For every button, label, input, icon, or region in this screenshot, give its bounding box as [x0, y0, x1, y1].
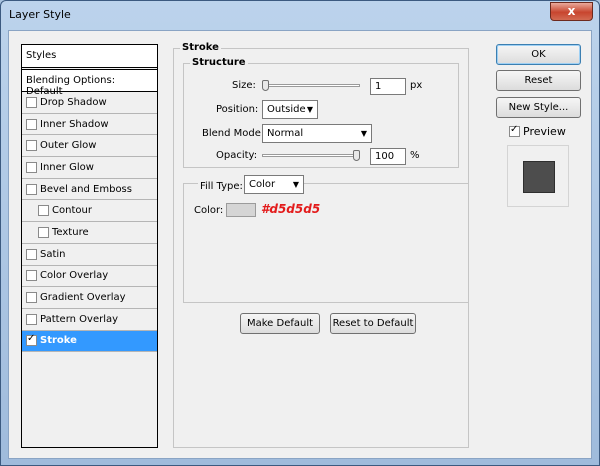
fill-type-label: Fill Type: — [198, 181, 245, 192]
style-item-bevel-and-emboss[interactable]: Bevel and Emboss — [22, 178, 157, 201]
size-slider-thumb[interactable] — [262, 80, 269, 91]
style-checkbox[interactable] — [26, 270, 37, 282]
style-item-contour[interactable]: Contour — [22, 200, 157, 223]
style-item-label: Texture — [52, 226, 89, 238]
style-item-label: Inner Shadow — [40, 118, 109, 130]
fill-type-select[interactable]: Color ▼ — [244, 175, 304, 194]
color-label: Color: — [194, 205, 224, 216]
style-checkbox[interactable] — [26, 161, 37, 173]
style-checkbox[interactable] — [26, 118, 37, 130]
opacity-unit: % — [410, 150, 420, 161]
style-item-label: Stroke — [40, 335, 77, 347]
style-item-stroke[interactable]: Stroke — [22, 330, 157, 353]
dialog-client: Styles Blending Options: Default Drop Sh… — [8, 30, 592, 459]
style-item-label: Color Overlay — [40, 270, 109, 282]
opacity-input[interactable]: 100 — [370, 148, 406, 165]
style-item-texture[interactable]: Texture — [22, 222, 157, 244]
new-style-button[interactable]: New Style... — [496, 97, 581, 118]
ok-button[interactable]: OK — [496, 44, 581, 65]
position-select[interactable]: Outside ▼ — [262, 100, 318, 119]
style-item-label: Contour — [52, 205, 92, 217]
stroke-panel: Stroke Structure Size: 1 px Position: Ou… — [173, 42, 469, 448]
style-item-label: Bevel and Emboss — [40, 183, 132, 195]
style-item-label: Satin — [40, 248, 66, 260]
style-checkbox[interactable] — [26, 248, 37, 260]
fill-group: Fill Type: Color ▼ Color: #d5d5d5 — [183, 175, 469, 303]
position-label: Position: — [216, 104, 259, 115]
size-label: Size: — [232, 80, 256, 91]
position-value: Outside — [267, 104, 306, 115]
style-checkbox[interactable] — [26, 96, 37, 108]
style-item-inner-glow[interactable]: Inner Glow — [22, 157, 157, 179]
chevron-down-icon: ▼ — [360, 129, 367, 138]
opacity-slider-track[interactable] — [262, 154, 360, 157]
layer-style-window: Layer Style x Styles Blending Options: D… — [0, 0, 600, 466]
color-swatch[interactable] — [226, 203, 256, 217]
style-item-label: Pattern Overlay — [40, 313, 119, 325]
style-checkbox[interactable] — [26, 292, 37, 304]
style-item-inner-shadow[interactable]: Inner Shadow — [22, 113, 157, 136]
close-button[interactable]: x — [550, 2, 593, 21]
preview-label: Preview — [523, 125, 566, 138]
preview-checkbox-row[interactable]: Preview — [509, 124, 566, 138]
reset-to-default-button[interactable]: Reset to Default — [330, 313, 416, 334]
style-checkbox[interactable] — [26, 183, 37, 195]
blend-mode-value: Normal — [267, 128, 304, 139]
size-unit: px — [410, 80, 423, 91]
opacity-slider-thumb[interactable] — [353, 150, 360, 161]
size-slider-track[interactable] — [262, 84, 360, 87]
style-item-gradient-overlay[interactable]: Gradient Overlay — [22, 287, 157, 309]
style-checkbox[interactable] — [26, 313, 37, 325]
style-item-color-overlay[interactable]: Color Overlay — [22, 265, 157, 288]
window-title: Layer Style — [9, 8, 71, 21]
structure-group: Structure Size: 1 px Position: Outside ▼… — [183, 57, 459, 168]
title-bar[interactable]: Layer Style x — [1, 1, 599, 29]
style-checkbox[interactable] — [38, 205, 49, 217]
style-checkbox[interactable] — [26, 333, 37, 347]
style-item-label: Drop Shadow — [40, 96, 107, 108]
blend-mode-label: Blend Mode: — [202, 128, 265, 139]
styles-header[interactable]: Styles — [22, 45, 157, 68]
chevron-down-icon: ▼ — [292, 180, 299, 189]
preview-thumbnail — [507, 145, 569, 207]
color-hex-annotation: #d5d5d5 — [261, 202, 321, 216]
make-default-button[interactable]: Make Default — [240, 313, 320, 334]
chevron-down-icon: ▼ — [306, 105, 313, 114]
fill-type-value: Color — [249, 179, 276, 190]
reset-button[interactable]: Reset — [496, 70, 581, 91]
styles-list: Styles Blending Options: Default Drop Sh… — [21, 44, 158, 448]
style-item-label: Inner Glow — [40, 161, 94, 173]
style-checkbox[interactable] — [38, 226, 49, 238]
style-item-pattern-overlay[interactable]: Pattern Overlay — [22, 308, 157, 331]
preview-checkbox[interactable] — [509, 124, 520, 137]
stroke-title: Stroke — [180, 42, 221, 53]
blending-options-item[interactable]: Blending Options: Default — [22, 69, 157, 97]
style-checkbox[interactable] — [26, 140, 37, 152]
style-item-label: Gradient Overlay — [40, 292, 126, 304]
blend-mode-select[interactable]: Normal ▼ — [262, 124, 372, 143]
size-input[interactable]: 1 — [370, 78, 406, 95]
style-item-label: Outer Glow — [40, 140, 97, 152]
style-item-satin[interactable]: Satin — [22, 243, 157, 266]
opacity-label: Opacity: — [216, 150, 258, 161]
structure-title: Structure — [190, 57, 248, 68]
style-items: Drop Shadow Inner Shadow Outer Glow Inner G… — [22, 92, 157, 353]
preview-swatch — [523, 161, 555, 193]
style-item-outer-glow[interactable]: Outer Glow — [22, 135, 157, 158]
